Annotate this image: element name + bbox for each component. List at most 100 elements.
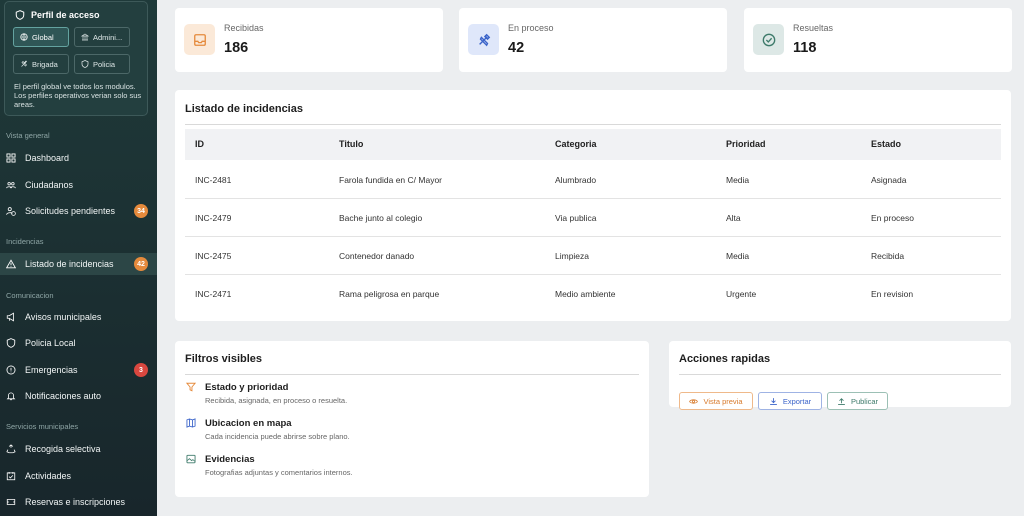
cell-id: INC-2471	[195, 289, 232, 299]
cell-titulo: Contenedor danado	[339, 251, 415, 261]
export-button-label: Exportar	[782, 396, 812, 406]
sidebar-item-label: Recogida selectiva	[25, 444, 101, 454]
shield-icon	[81, 60, 89, 68]
cell-categoria: Medio ambiente	[555, 289, 616, 299]
sidebar-item-actividades[interactable]: Actividades	[0, 465, 157, 487]
table-row[interactable]: INC-2481 Farola fundida en C/ Mayor Alum…	[185, 161, 1001, 199]
shield-icon	[6, 338, 16, 348]
export-button[interactable]: Exportar	[758, 392, 822, 410]
cell-titulo: Farola fundida en C/ Mayor	[339, 175, 442, 185]
sidebar-item-dashboard[interactable]: Dashboard	[0, 147, 157, 169]
nav-section-vista: Vista general	[6, 131, 50, 140]
recycle-icon	[6, 444, 16, 454]
profile-policia-button[interactable]: Policia	[74, 54, 130, 74]
cell-estado: En revision	[871, 289, 914, 299]
stat-card-resueltas: Resueltas 118	[744, 8, 1012, 72]
column-header-categoria[interactable]: Categoria	[555, 139, 597, 149]
column-header-estado[interactable]: Estado	[871, 139, 901, 149]
sidebar-item-solicitudes[interactable]: Solicitudes pendientes 34	[0, 200, 157, 222]
preview-button-label: Vista previa	[703, 396, 743, 406]
publish-button[interactable]: Publicar	[827, 392, 888, 410]
table-row[interactable]: INC-2475 Contenedor danado Limpieza Medi…	[185, 237, 1001, 275]
emergencias-count-badge: 3	[134, 363, 148, 377]
column-header-id[interactable]: ID	[195, 139, 204, 149]
filter-desc: Cada incidencia puede abrirse sobre plan…	[205, 432, 350, 441]
building-icon	[81, 33, 89, 41]
users-icon	[6, 182, 16, 189]
filter-title: Ubicacion en mapa	[205, 418, 292, 429]
sidebar-item-label: Solicitudes pendientes	[25, 206, 116, 216]
cell-categoria: Alumbrado	[555, 175, 597, 185]
check-circle-icon	[762, 33, 775, 46]
nav-section-comunicacion: Comunicacion	[6, 291, 54, 300]
filter-icon	[186, 382, 196, 392]
sidebar-item-label: Actividades	[25, 471, 72, 481]
profile-card: Perfil de acceso Global Admini... Brigad…	[4, 1, 148, 116]
cell-titulo: Bache junto al colegio	[339, 213, 423, 223]
preview-button[interactable]: Vista previa	[679, 392, 753, 410]
divider	[679, 374, 1001, 375]
sidebar-item-notificaciones[interactable]: Notificaciones auto	[0, 385, 157, 407]
cell-estado: En proceso	[871, 213, 914, 223]
stat-card-recibidas: Recibidas 186	[175, 8, 443, 72]
stat-value: 186	[224, 40, 249, 56]
profile-policia-label: Policia	[93, 59, 116, 69]
megaphone-icon	[6, 312, 14, 322]
profile-global-button[interactable]: Global	[13, 27, 69, 47]
pending-count-badge: 34	[134, 204, 148, 218]
alert-circle-icon	[6, 365, 16, 375]
cell-id: INC-2475	[195, 251, 232, 261]
filter-desc: Recibida, asignada, en proceso o resuelt…	[205, 396, 348, 405]
publish-button-label: Publicar	[850, 396, 879, 406]
sidebar-item-label: Dashboard	[25, 153, 70, 163]
column-header-titulo[interactable]: Titulo	[339, 139, 363, 149]
sidebar-item-label: Reservas e inscripciones	[25, 497, 126, 507]
sidebar-item-policia[interactable]: Policia Local	[0, 332, 157, 354]
profile-header: Perfil de acceso	[15, 10, 100, 20]
cell-prioridad: Alta	[726, 213, 741, 223]
eye-icon	[689, 398, 699, 404]
globe-icon	[20, 33, 28, 41]
bell-icon	[6, 392, 16, 401]
profile-brigada-button[interactable]: Brigada	[13, 54, 69, 74]
profile-admin-button[interactable]: Admini...	[74, 27, 130, 47]
sidebar-item-label: Listado de incidencias	[25, 259, 114, 269]
cell-prioridad: Media	[726, 175, 750, 185]
stat-card-en-proceso: En proceso 42	[459, 8, 727, 72]
column-header-prioridad[interactable]: Prioridad	[726, 139, 766, 149]
divider	[185, 374, 639, 375]
cell-categoria: Limpieza	[555, 251, 590, 261]
cell-categoria: Via publica	[555, 213, 597, 223]
filter-desc: Fotografias adjuntas y comentarios inter…	[205, 468, 353, 477]
stat-label: En proceso	[508, 23, 554, 33]
nav-section-incidencias: Incidencias	[6, 237, 44, 246]
sidebar-item-ciudadanos[interactable]: Ciudadanos	[0, 174, 157, 196]
sidebar-item-label: Emergencias	[25, 365, 78, 375]
sidebar-item-emergencias[interactable]: Emergencias 3	[0, 359, 157, 381]
user-clock-icon	[6, 207, 16, 216]
sidebar-item-label: Policia Local	[25, 338, 76, 348]
filter-title: Estado y prioridad	[205, 382, 289, 393]
incidents-count-badge: 42	[134, 257, 148, 271]
grid-icon	[6, 153, 16, 163]
sidebar-item-listado-incidencias[interactable]: Listado de incidencias 42	[0, 253, 157, 275]
stat-icon-box	[753, 24, 784, 55]
incidents-panel: Listado de incidencias ID Titulo Categor…	[175, 90, 1011, 321]
table-row[interactable]: INC-2479 Bache junto al colegio Via publ…	[185, 199, 1001, 237]
panel-title: Listado de incidencias	[185, 103, 303, 115]
download-icon	[769, 397, 777, 405]
profile-brigada-label: Brigada	[32, 59, 58, 69]
sidebar: Perfil de acceso Global Admini... Brigad…	[0, 0, 157, 516]
sidebar-item-recogida[interactable]: Recogida selectiva	[0, 438, 157, 460]
cell-id: INC-2479	[195, 213, 232, 223]
sidebar-item-avisos[interactable]: Avisos municipales	[0, 306, 157, 328]
sidebar-item-reservas[interactable]: Reservas e inscripciones	[0, 491, 157, 513]
table-row[interactable]: INC-2471 Rama peligrosa en parque Medio …	[185, 275, 1001, 313]
stat-value: 42	[508, 40, 525, 56]
tools-icon	[21, 60, 27, 67]
filter-title: Evidencias	[205, 454, 255, 465]
sidebar-item-label: Ciudadanos	[25, 180, 74, 190]
sidebar-item-label: Notificaciones auto	[25, 391, 102, 401]
profile-note: El perfil global ve todos los modulos. L…	[14, 82, 142, 109]
divider	[185, 124, 1001, 125]
